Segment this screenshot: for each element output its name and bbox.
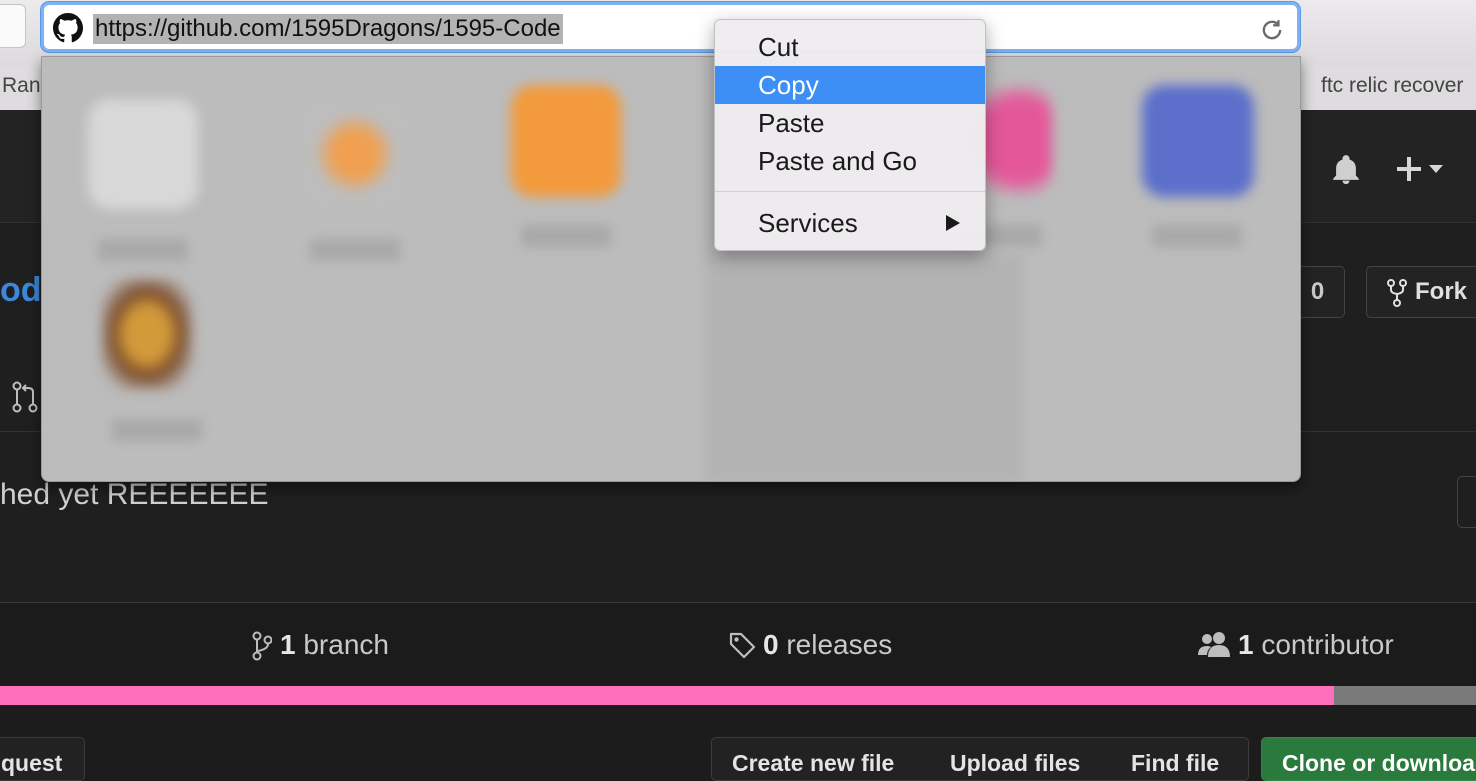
branches-link[interactable]: 1 branch — [252, 629, 389, 661]
branch-icon — [252, 631, 272, 661]
releases-link[interactable]: 0 releases — [728, 629, 892, 661]
context-menu: Cut Copy Paste Paste and Go Services — [714, 19, 986, 251]
browser-back-button[interactable] — [0, 4, 26, 48]
menu-item-services[interactable]: Services — [715, 204, 985, 242]
menu-item-label: Cut — [758, 32, 799, 62]
menu-item-label: Paste and Go — [758, 146, 917, 176]
menu-item-copy[interactable]: Copy — [715, 66, 985, 104]
fork-label: Fork — [1415, 278, 1468, 305]
repo-name[interactable]: od — [0, 271, 42, 310]
address-bar[interactable]: https://github.com/1595Dragons/1595-Code — [41, 2, 1300, 52]
url-text[interactable]: https://github.com/1595Dragons/1595-Code — [93, 14, 563, 44]
clone-or-download-button[interactable]: Clone or download — [1261, 737, 1476, 781]
upload-files-button[interactable]: Upload files — [930, 737, 1112, 781]
language-bar[interactable] — [0, 686, 1476, 705]
people-icon — [1198, 632, 1230, 657]
file-actions-bar: quest Create new file Upload files Find … — [0, 705, 1476, 781]
menu-item-label: Copy — [758, 70, 819, 100]
contributors-link[interactable]: 1 contributor — [1198, 629, 1394, 661]
menu-item-paste-and-go[interactable]: Paste and Go — [715, 142, 985, 180]
repo-summary-bar: 1 branch 0 releases 1 contributor — [0, 603, 1476, 687]
pull-request-icon[interactable] — [12, 381, 38, 413]
menu-item-label: Paste — [758, 108, 825, 138]
menu-separator — [715, 191, 985, 192]
contributor-label: contributor — [1261, 629, 1394, 660]
find-file-button[interactable]: Find file — [1111, 737, 1249, 781]
bookmark-item[interactable]: ftc relic recover — [1321, 74, 1463, 98]
branch-label: branch — [303, 629, 389, 660]
fork-button[interactable]: Fork — [1366, 266, 1476, 318]
release-label: releases — [786, 629, 893, 660]
bell-icon[interactable] — [1329, 153, 1363, 187]
menu-item-cut[interactable]: Cut — [715, 28, 985, 66]
new-pull-request-button[interactable]: quest — [0, 737, 85, 781]
create-new-file-button[interactable]: Create new file — [711, 737, 931, 781]
menu-item-paste[interactable]: Paste — [715, 104, 985, 142]
language-bar-primary — [0, 686, 1335, 705]
menu-item-label: Services — [758, 208, 858, 238]
blurred-region — [705, 253, 1023, 481]
contributor-count: 1 — [1238, 629, 1254, 660]
edit-description-button[interactable] — [1457, 476, 1476, 528]
top-sites-dropdown — [41, 56, 1301, 482]
repo-description: hed yet REEEEEEE — [0, 478, 269, 511]
reload-icon[interactable] — [1258, 16, 1286, 44]
tag-icon — [729, 632, 756, 659]
release-count: 0 — [763, 629, 779, 660]
github-icon — [53, 13, 83, 43]
fork-icon — [1387, 279, 1407, 307]
submenu-arrow-icon — [946, 215, 960, 231]
plus-icon[interactable] — [1393, 154, 1447, 184]
bookmark-item[interactable]: Ran — [2, 74, 41, 98]
branch-count: 1 — [280, 629, 296, 660]
